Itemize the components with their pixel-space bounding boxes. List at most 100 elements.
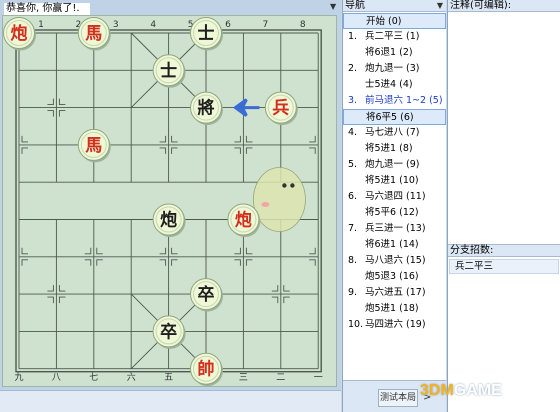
position-mark <box>234 259 241 266</box>
move-list-item[interactable]: 10. 马四进六 (19) <box>343 317 446 333</box>
position-mark <box>58 285 66 292</box>
move-text: 马六进五 (17) <box>365 287 426 298</box>
board-pane: 恭喜你, 你赢了!. ▼ 123456789九八七六五四三二一炮馬士士將兵馬炮炮… <box>0 0 341 412</box>
position-mark <box>58 296 66 304</box>
move-list-item[interactable]: 2. 炮九退一 (3) <box>343 61 446 77</box>
watermark-logo: 3DM <box>420 382 454 399</box>
notes-textarea[interactable] <box>448 13 560 243</box>
file-label-top: 7 <box>263 20 269 30</box>
mascot-body <box>252 167 306 232</box>
pane-dropdown-icon[interactable]: ▼ <box>330 2 336 11</box>
move-text: 前马退六 1~2 (5) <box>365 95 443 106</box>
move-list-item[interactable]: 5. 炮九退一 (9) <box>343 157 446 173</box>
position-mark <box>245 147 253 154</box>
move-text: 将5进1 (10) <box>365 175 419 186</box>
position-mark <box>58 110 66 117</box>
move-text: 马七进八 (7) <box>365 127 420 138</box>
file-label-bottom: 五 <box>164 373 173 383</box>
file-label-top: 3 <box>113 20 119 30</box>
move-arrow <box>232 98 260 117</box>
move-list[interactable]: 开始 (0) 1. 兵二平三 (1) 将6退1 (2) 2. 炮九退一 (3) 士5进4 (… <box>343 12 446 372</box>
chess-board[interactable]: 123456789九八七六五四三二一炮馬士士將兵馬炮炮卒卒帥 <box>2 15 338 388</box>
move-list-item[interactable]: 将6平5 (6) <box>343 109 446 125</box>
file-label-bottom: 三 <box>239 373 248 383</box>
move-list-item[interactable]: 将5进1 (8) <box>343 141 446 157</box>
move-list-item[interactable]: 炮5进1 (18) <box>343 301 446 317</box>
file-label-top: 1 <box>38 20 44 30</box>
position-mark <box>271 296 279 304</box>
navigation-pane: 导航 ▼ 开始 (0) 1. 兵二平三 (1) 将6退1 (2) 2. 炮九退一 (3) 士… <box>342 0 446 412</box>
piece-label: 帥 <box>198 359 215 380</box>
position-mark <box>47 285 54 292</box>
move-number: 5. <box>348 159 358 170</box>
position-mark <box>47 110 54 117</box>
move-list-item[interactable]: 7. 兵三进一 (13) <box>343 221 446 237</box>
move-number: 6. <box>348 191 358 202</box>
position-mark <box>309 135 316 143</box>
move-text: 炮5进1 (18) <box>365 303 419 314</box>
move-list-item[interactable]: 3. 前马退六 1~2 (5) <box>343 93 446 109</box>
notes-header: 注释(可编辑): <box>448 0 560 12</box>
move-text: 马六退四 (11) <box>365 191 426 202</box>
mascot-cheek <box>261 202 270 207</box>
move-number: 3. <box>348 95 358 106</box>
board-canvas[interactable]: 123456789九八七六五四三二一炮馬士士將兵馬炮炮卒卒帥 <box>3 16 338 388</box>
move-list-item[interactable]: 8. 马八退六 (15) <box>343 253 446 269</box>
move-list-item[interactable]: 9. 马六进五 (17) <box>343 285 446 301</box>
board-status-title: 恭喜你, 你赢了!. <box>4 3 90 15</box>
branch-move-item[interactable]: 兵二平三 <box>449 259 559 274</box>
position-mark <box>58 98 66 106</box>
move-text: 士5进4 (4) <box>365 79 413 90</box>
position-mark <box>309 147 316 154</box>
move-number: 2. <box>348 63 358 74</box>
board-status-bar <box>0 390 341 412</box>
position-mark <box>171 135 178 143</box>
position-mark <box>171 147 178 154</box>
move-number: 1. <box>348 31 358 42</box>
piece-label: 卒 <box>160 321 177 342</box>
move-list-item[interactable]: 开始 (0) <box>343 13 446 29</box>
branch-header: 分支招数: <box>448 244 560 257</box>
position-mark <box>84 247 92 255</box>
move-list-item[interactable]: 将6进1 (14) <box>343 237 446 253</box>
file-label-top: 9 <box>337 20 338 30</box>
move-text: 马四进六 (19) <box>365 319 426 330</box>
move-number: 8. <box>348 255 358 266</box>
position-mark <box>309 247 316 255</box>
position-mark <box>21 259 28 266</box>
move-list-item[interactable]: 将5平6 (12) <box>343 205 446 221</box>
position-mark <box>96 247 103 255</box>
position-mark <box>47 296 54 304</box>
move-list-item[interactable]: 炮5退3 (16) <box>343 269 446 285</box>
file-label-top: 6 <box>225 20 231 30</box>
move-list-item[interactable]: 将5进1 (10) <box>343 173 446 189</box>
pane-dropdown-icon[interactable]: ▼ <box>437 0 443 12</box>
move-text: 马八退六 (15) <box>365 255 426 266</box>
position-mark <box>21 247 28 255</box>
file-label-bottom: 七 <box>89 372 98 383</box>
move-text: 炮九退一 (9) <box>365 159 420 170</box>
position-mark <box>47 98 54 106</box>
piece-label: 炮 <box>235 210 252 231</box>
move-list-item[interactable]: 4. 马七进八 (7) <box>343 125 446 141</box>
navigation-header: 导航 ▼ <box>343 0 446 12</box>
test-game-button[interactable]: 测试本局 <box>378 389 418 407</box>
position-mark <box>171 259 178 266</box>
move-list-item[interactable]: 士5进4 (4) <box>343 77 446 93</box>
position-mark <box>234 247 241 255</box>
position-mark <box>159 247 167 255</box>
file-label-bottom: 六 <box>127 371 136 383</box>
notes-pane: 注释(可编辑): 分支招数: 兵二平三 <box>447 0 560 412</box>
notes-title: 注释(可编辑): <box>450 0 512 11</box>
move-text: 兵二平三 (1) <box>365 31 420 42</box>
position-mark <box>283 296 290 304</box>
position-mark <box>21 147 28 154</box>
position-mark <box>234 135 241 143</box>
move-list-item[interactable]: 1. 兵二平三 (1) <box>343 29 446 45</box>
move-list-item[interactable]: 将6退1 (2) <box>343 45 446 61</box>
position-mark <box>245 259 253 266</box>
move-list-item[interactable]: 6. 马六退四 (11) <box>343 189 446 205</box>
move-text: 将6退1 (2) <box>365 47 413 58</box>
file-label-bottom: 八 <box>52 373 61 383</box>
file-label-top: 8 <box>300 20 306 30</box>
